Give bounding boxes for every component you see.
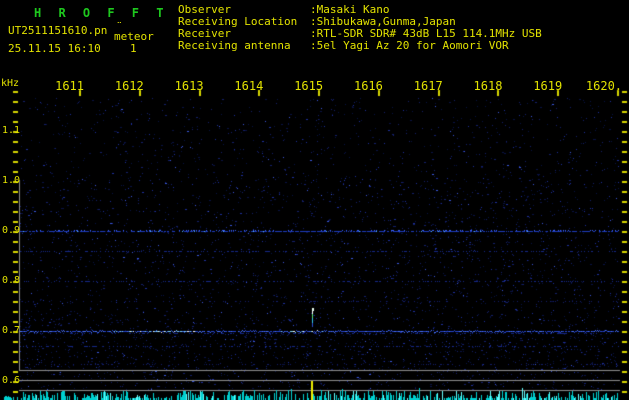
- time-label-1611: 1611: [55, 79, 84, 93]
- time-label-1615: 1615: [294, 79, 324, 93]
- time-label-1613: 1613: [174, 79, 204, 93]
- time-label-1612: 1612: [114, 79, 144, 93]
- freq-label-1.0: 1.0: [2, 175, 21, 186]
- datetime-label: 25.11.15 16:10: [8, 42, 101, 55]
- time-label-1617: 1617: [413, 79, 443, 93]
- capture-filename: UT2511151610.pn: [8, 24, 108, 37]
- time-label-1618: 1618: [473, 79, 503, 93]
- freq-label-0.9: 0.9: [2, 225, 21, 236]
- freq-label-0.8: 0.8: [2, 275, 21, 286]
- freq-unit-label: kHz: [1, 78, 20, 89]
- header-fields: Observer:Masaki Kano Receiving Location:S…: [178, 4, 628, 52]
- echo-counter: 1: [130, 42, 137, 55]
- freq-label-1.1: 1.1: [2, 125, 21, 136]
- freq-label-0.6: 0.6: [2, 375, 21, 386]
- app-title: H R O F F T: [34, 6, 169, 20]
- header-field-row: Receiving antenna :5el Yagi Az 20 for Aom…: [178, 40, 628, 52]
- time-label-1620: 1620.: [585, 79, 623, 93]
- field-value: :5el Yagi Az 20 for Aomori VOR: [310, 39, 509, 52]
- time-label-1614: 1614: [234, 79, 264, 93]
- time-label-1616: 1616: [353, 79, 383, 93]
- hrofft-screen: H R O F F T UT2511151610.pn ¨ meteor 25.…: [0, 0, 629, 400]
- freq-label-0.7: 0.7: [2, 325, 21, 336]
- field-label: Receiving antenna: [178, 39, 291, 52]
- time-label-1619: 1619: [533, 79, 563, 93]
- spectrogram-canvas: [0, 0, 629, 400]
